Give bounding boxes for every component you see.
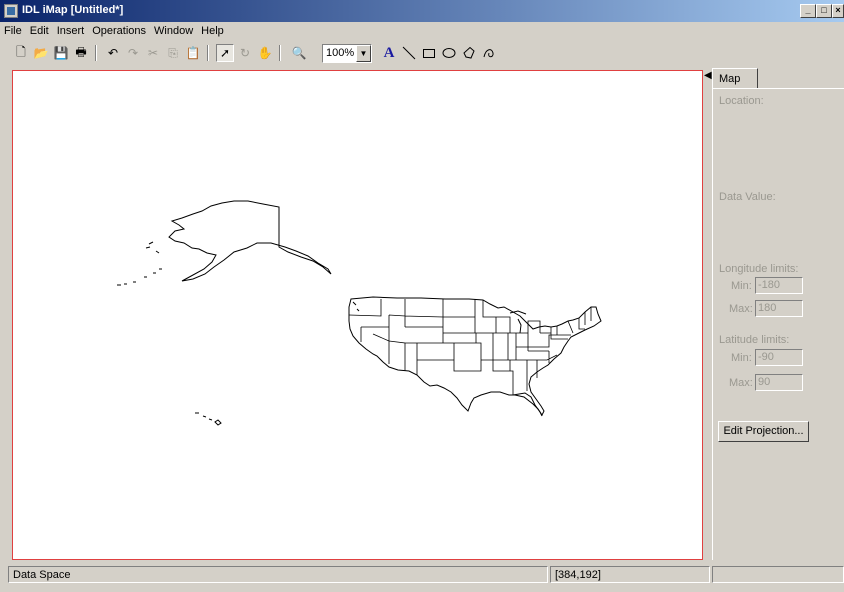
florida	[512, 392, 543, 417]
map-drawing	[117, 200, 602, 426]
lon-max-label: Max:	[729, 303, 753, 315]
new-file-icon[interactable]: 🗋	[12, 44, 30, 62]
window-title: IDL iMap [Untitled*]	[22, 4, 124, 16]
chevron-down-icon[interactable]: ▼	[356, 45, 371, 62]
oval-tool-icon[interactable]	[440, 44, 458, 62]
maximize-button[interactable]: □	[816, 4, 832, 18]
lon-min-label: Min:	[731, 280, 752, 292]
menu-window[interactable]: Window	[150, 22, 197, 37]
toolbar-separator	[207, 45, 209, 61]
copy-icon[interactable]: ⎘	[164, 44, 182, 62]
status-coordinates: [384,192]	[550, 566, 710, 583]
cut-icon[interactable]: ✂	[144, 44, 162, 62]
undo-icon[interactable]: ↶	[104, 44, 122, 62]
minimize-button[interactable]: _	[800, 4, 816, 18]
line-tool-icon[interactable]	[400, 44, 418, 62]
status-mode: Data Space	[8, 566, 548, 583]
state-boundaries	[348, 299, 592, 395]
zoom-magnifier-icon[interactable]: 🔍	[290, 44, 308, 62]
toolbar-separator	[95, 45, 97, 61]
freehand-tool-icon[interactable]	[480, 44, 498, 62]
close-button[interactable]: ×	[832, 4, 844, 18]
select-arrow-icon[interactable]: ➚	[216, 44, 234, 62]
lat-min-field[interactable]: -90	[755, 349, 803, 366]
edit-projection-button[interactable]: Edit Projection...	[718, 421, 809, 442]
washington-islands	[352, 301, 360, 312]
redo-icon[interactable]: ↷	[124, 44, 142, 62]
menu-edit[interactable]: Edit	[26, 22, 53, 37]
toolbar-separator	[279, 45, 281, 61]
lon-max-field[interactable]: 180	[755, 300, 803, 317]
collapse-panel-icon[interactable]: ◀	[704, 70, 712, 81]
text-tool-icon[interactable]: A	[380, 44, 398, 62]
menu-help[interactable]: Help	[197, 22, 228, 37]
save-icon[interactable]: 💾	[52, 44, 70, 62]
open-folder-icon[interactable]: 📂	[32, 44, 50, 62]
lat-max-label: Max:	[729, 377, 753, 389]
alaska-outline	[168, 200, 332, 282]
print-icon[interactable]: 🖶	[72, 44, 90, 62]
menu-operations[interactable]: Operations	[88, 22, 150, 37]
map-panel: Map Location: Data Value: Longitude limi…	[712, 68, 844, 560]
zoom-value: 100%	[326, 47, 355, 59]
zoom-select[interactable]: 100% ▼	[322, 44, 372, 63]
polygon-tool-icon[interactable]	[460, 44, 478, 62]
latitude-limits-label: Latitude limits:	[719, 334, 790, 346]
alaska-islands	[145, 241, 160, 254]
hawaii-islands	[195, 412, 222, 426]
tab-map[interactable]: Map	[712, 68, 758, 89]
map-panel-body: Location: Data Value: Longitude limits: …	[712, 88, 844, 560]
data-value-label: Data Value:	[719, 191, 776, 203]
rectangle-tool-icon[interactable]	[420, 44, 438, 62]
map-canvas[interactable]	[12, 70, 703, 560]
location-label: Location:	[719, 95, 764, 107]
app-icon	[4, 4, 18, 18]
menu-bar: File Edit Insert Operations Window Help	[0, 22, 844, 41]
toolbar: 🗋 📂 💾 🖶 ↶ ↷ ✂ ⎘ 📋 ➚ ↻ ✋ 🔍 100% ▼ A	[0, 41, 844, 67]
alaska-aleutian-islands	[117, 268, 162, 286]
status-bar: Data Space [384,192]	[0, 566, 844, 584]
longitude-limits-label: Longitude limits:	[719, 263, 799, 275]
paste-icon[interactable]: 📋	[184, 44, 202, 62]
menu-file[interactable]: File	[0, 22, 26, 37]
lat-min-label: Min:	[731, 352, 752, 364]
status-empty	[712, 566, 844, 583]
pan-hand-icon[interactable]: ✋	[256, 44, 274, 62]
lon-min-field[interactable]: -180	[755, 277, 803, 294]
rotate-icon[interactable]: ↻	[236, 44, 254, 62]
menu-insert[interactable]: Insert	[53, 22, 89, 37]
lat-max-field[interactable]: 90	[755, 374, 803, 391]
title-bar: IDL iMap [Untitled*] _ □ ×	[0, 0, 844, 22]
